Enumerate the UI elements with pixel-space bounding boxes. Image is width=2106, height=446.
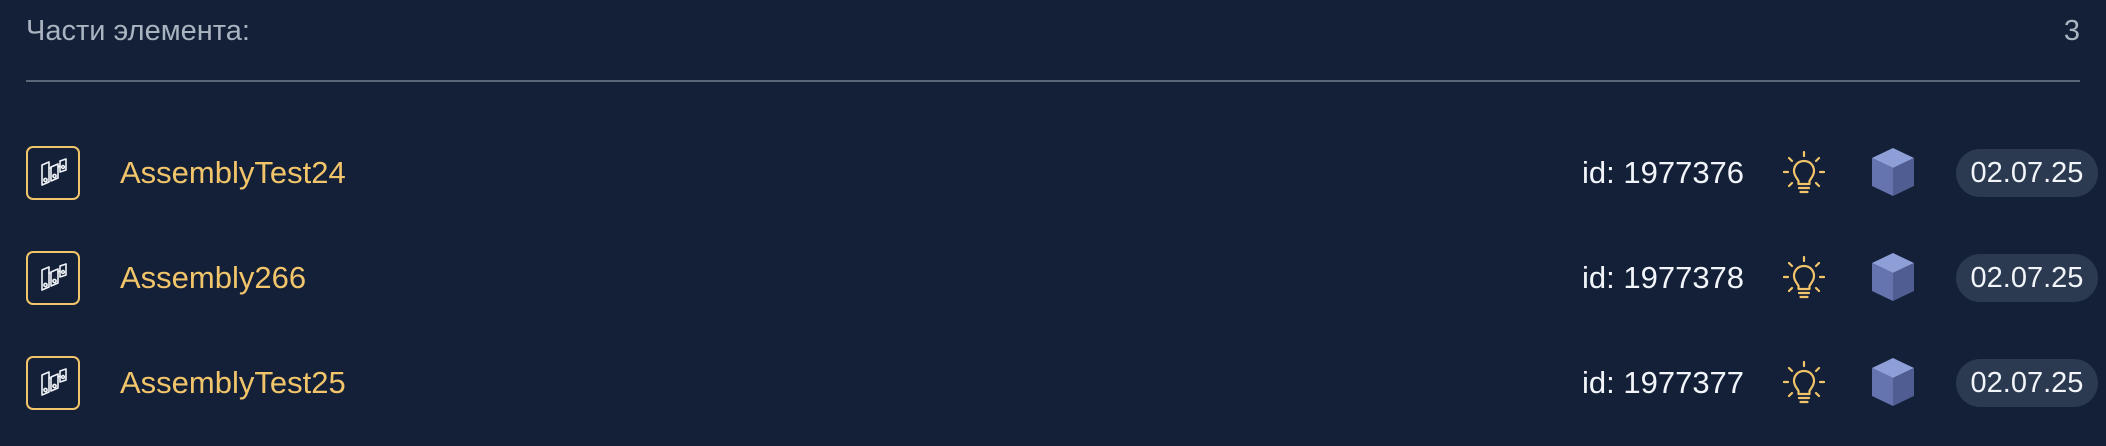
part-id: id: 1977377 (1582, 365, 1745, 400)
assembly-icon (26, 356, 80, 410)
part-id: id: 1977376 (1582, 155, 1745, 190)
part-name[interactable]: Assembly266 (120, 259, 306, 297)
part-name[interactable]: AssemblyTest25 (120, 364, 346, 402)
part-row[interactable]: AssemblyTest24 id: 1977376 02.07.25 (0, 138, 2106, 210)
assembly-icon (26, 146, 80, 200)
lightbulb-icon[interactable] (1783, 360, 1825, 406)
lightbulb-icon[interactable] (1783, 255, 1825, 301)
element-parts-panel: Части элемента: 3 AssemblyTest24 id: 197… (0, 0, 2106, 446)
date-badge: 02.07.25 (1956, 149, 2098, 197)
date-badge: 02.07.25 (1956, 359, 2098, 407)
parts-count: 3 (2063, 15, 2080, 47)
panel-header: Части элемента: 3 (26, 0, 2080, 82)
part-id: id: 1977378 (1582, 260, 1745, 295)
cube-icon[interactable] (1870, 146, 1916, 198)
cube-icon[interactable] (1870, 356, 1916, 408)
lightbulb-icon[interactable] (1783, 150, 1825, 196)
cube-icon[interactable] (1870, 251, 1916, 303)
panel-title: Части элемента: (26, 15, 250, 47)
assembly-icon (26, 251, 80, 305)
date-badge: 02.07.25 (1956, 254, 2098, 302)
part-row[interactable]: AssemblyTest25 id: 1977377 02.07.25 (0, 348, 2106, 420)
part-row[interactable]: Assembly266 id: 1977378 02.07.25 (0, 243, 2106, 315)
part-name[interactable]: AssemblyTest24 (120, 154, 346, 192)
